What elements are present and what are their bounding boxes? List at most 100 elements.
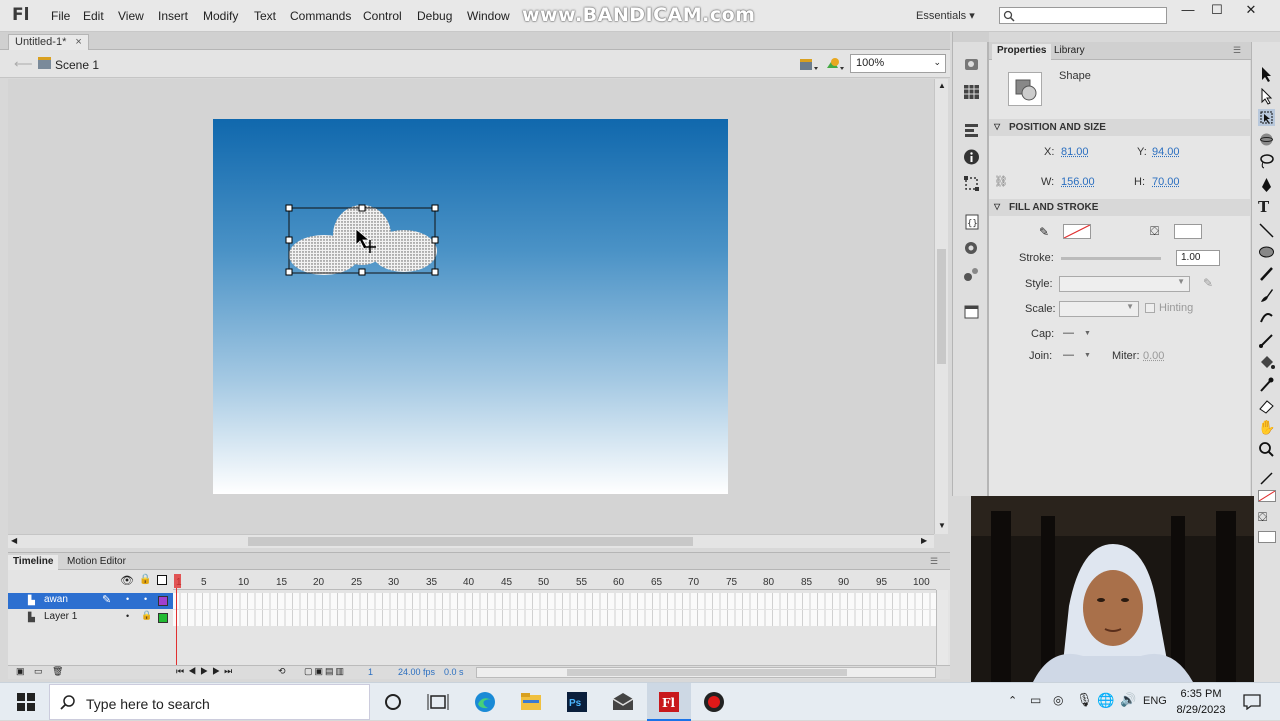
scroll-thumb[interactable] xyxy=(937,249,946,364)
menu-file[interactable]: File xyxy=(51,9,70,23)
visibility-dot[interactable]: • xyxy=(126,594,129,604)
selection-tool-icon[interactable] xyxy=(1258,66,1275,83)
hand-tool-icon[interactable]: ✋ xyxy=(1258,419,1275,436)
lock-icon[interactable]: 🔒 xyxy=(139,574,151,585)
menu-control[interactable]: Control xyxy=(363,9,402,23)
3d-rotation-tool-icon[interactable] xyxy=(1258,131,1275,148)
close-tab-icon[interactable]: × xyxy=(75,36,81,48)
fill-stroke-header[interactable]: ▽ FILL AND STROKE xyxy=(989,199,1251,216)
delete-layer-icon[interactable]: 🗑 xyxy=(52,666,63,677)
oval-tool-icon[interactable] xyxy=(1258,243,1275,260)
help-search-input[interactable] xyxy=(999,7,1167,24)
lock-dot[interactable]: • xyxy=(144,594,147,604)
back-arrow-icon[interactable]: ⟵ xyxy=(14,56,33,72)
volume-icon[interactable]: 🔊 xyxy=(1120,692,1136,708)
stage[interactable] xyxy=(213,119,728,494)
scroll-down-icon[interactable]: ▼ xyxy=(938,521,946,530)
mail-icon[interactable] xyxy=(612,691,634,713)
menu-view[interactable]: View xyxy=(118,9,144,23)
align-icon[interactable] xyxy=(963,122,980,138)
flash-taskbar-active[interactable]: Fl xyxy=(647,683,691,721)
horizontal-scrollbar[interactable]: ◀ ▶ xyxy=(8,534,934,548)
file-explorer-icon[interactable] xyxy=(520,691,542,713)
zoom-tool-icon[interactable] xyxy=(1258,441,1275,458)
frame-ruler[interactable]: 1 5 10 15 20 25 30 35 40 45 50 55 60 65 … xyxy=(173,574,936,590)
style-select[interactable]: ▼ xyxy=(1059,276,1190,292)
h-value[interactable]: 70.00 xyxy=(1152,176,1180,188)
menu-text[interactable]: Text xyxy=(254,9,276,23)
workspace-switcher[interactable]: Essentials ▾ xyxy=(916,9,975,22)
vertical-scrollbar[interactable]: ▲ ▼ xyxy=(934,79,948,534)
close-button[interactable]: ✕ xyxy=(1236,0,1266,20)
free-transform-tool-icon[interactable] xyxy=(1258,109,1275,126)
tab-properties[interactable]: Properties xyxy=(992,44,1051,61)
edit-symbols-icon[interactable] xyxy=(825,56,845,72)
notifications-icon[interactable] xyxy=(1243,694,1261,710)
new-folder-icon[interactable]: ▭ xyxy=(34,666,43,677)
lock-icon[interactable]: 🔒 xyxy=(141,610,152,621)
scroll-right-icon[interactable]: ▶ xyxy=(921,536,927,545)
paint-bucket-tool-icon[interactable] xyxy=(1258,354,1275,371)
task-view-icon[interactable] xyxy=(427,691,449,713)
pencil-tool-icon[interactable] xyxy=(1258,265,1275,282)
scene-name[interactable]: Scene 1 xyxy=(55,58,99,72)
edge-icon[interactable] xyxy=(474,691,496,713)
fill-color-swatch[interactable] xyxy=(1174,224,1202,239)
info-icon[interactable] xyxy=(963,149,980,165)
tab-library[interactable]: Library xyxy=(1049,44,1090,59)
pen-tool-icon[interactable] xyxy=(1258,177,1275,194)
layer-name[interactable]: Layer 1 xyxy=(44,611,77,622)
layer-color-swatch[interactable] xyxy=(158,596,168,606)
menu-commands[interactable]: Commands xyxy=(290,9,351,23)
layer-row[interactable]: ▙ Layer 1 • 🔒 xyxy=(8,610,934,626)
grid-icon[interactable] xyxy=(963,84,980,100)
loop-icon[interactable]: ⟲ xyxy=(278,666,286,677)
panel-menu-icon[interactable]: ☰ xyxy=(930,556,938,567)
eyedropper-tool-icon[interactable] xyxy=(1258,376,1275,393)
menu-modify[interactable]: Modify xyxy=(203,9,238,23)
edit-scene-icon[interactable] xyxy=(799,56,819,72)
stroke-color-swatch[interactable] xyxy=(1063,224,1091,239)
panel-menu-icon[interactable]: ☰ xyxy=(1233,45,1241,56)
scroll-left-icon[interactable]: ◀ xyxy=(11,536,17,545)
show-hidden-icons-icon[interactable]: ⌃ xyxy=(1008,694,1017,707)
network-globe-icon[interactable]: 🌐 xyxy=(1097,692,1114,709)
system-clock[interactable]: 6:35 PM 8/29/2023 xyxy=(1170,686,1232,718)
stroke-color-well[interactable] xyxy=(1258,490,1276,502)
layer-name[interactable]: awan xyxy=(44,594,68,605)
cortana-icon[interactable] xyxy=(382,691,404,713)
playback-controls[interactable]: ⏮◀▶▶⏭ xyxy=(176,666,236,677)
bandicam-record-icon[interactable] xyxy=(703,691,725,713)
subselection-tool-icon[interactable] xyxy=(1258,88,1275,105)
menu-edit[interactable]: Edit xyxy=(83,9,104,23)
position-size-header[interactable]: ▽ POSITION AND SIZE xyxy=(989,119,1251,136)
current-frame[interactable]: 1 xyxy=(368,667,373,677)
layer-row[interactable]: ▙ awan ✎ • • xyxy=(8,593,934,609)
edit-stroke-style-icon[interactable]: ✎ xyxy=(1203,276,1213,290)
behaviors-icon[interactable] xyxy=(963,266,980,282)
link-icon[interactable]: ⛓ xyxy=(994,175,1008,188)
line-tool-icon[interactable] xyxy=(1258,222,1275,239)
frame-cells[interactable] xyxy=(173,593,936,609)
y-value[interactable]: 94.00 xyxy=(1152,146,1180,158)
fill-color-well[interactable] xyxy=(1258,531,1276,543)
join-select[interactable]: — xyxy=(1063,349,1074,361)
code-snippets-icon[interactable]: {} xyxy=(963,214,980,230)
scale-select[interactable]: ▼ xyxy=(1059,301,1139,317)
meet-now-icon[interactable]: ◎ xyxy=(1053,693,1063,707)
stroke-slider[interactable] xyxy=(1061,257,1161,260)
zoom-select[interactable]: 100% ⌄ xyxy=(850,54,946,73)
visibility-dot[interactable]: • xyxy=(126,611,129,621)
timeline-hscroll[interactable] xyxy=(476,667,936,678)
text-tool-icon[interactable]: T xyxy=(1258,198,1275,215)
microphone-icon[interactable]: 🎙 xyxy=(1076,692,1093,708)
layer-color-swatch[interactable] xyxy=(158,613,168,623)
maximize-button[interactable]: ☐ xyxy=(1202,0,1232,20)
menu-window[interactable]: Window xyxy=(467,9,510,23)
scroll-thumb[interactable] xyxy=(248,537,693,546)
eraser-tool-icon[interactable] xyxy=(1258,397,1275,414)
minimize-button[interactable]: — xyxy=(1173,0,1203,20)
language-indicator[interactable]: ENG xyxy=(1143,695,1167,707)
eye-icon[interactable]: 👁 xyxy=(120,574,134,587)
deco-tool-icon[interactable] xyxy=(1258,308,1275,325)
